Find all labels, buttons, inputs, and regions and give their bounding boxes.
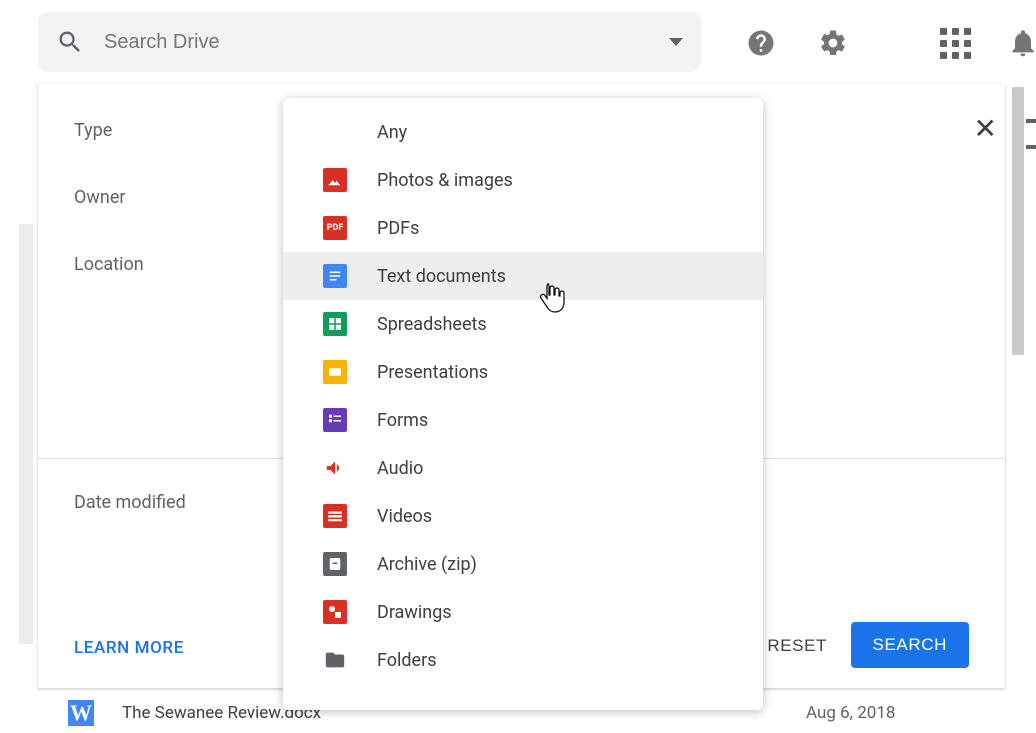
type-option-label: Spreadsheets [377, 314, 487, 335]
type-option-archive[interactable]: Archive (zip) [283, 540, 763, 588]
settings-button[interactable] [816, 26, 850, 60]
type-option-sheets[interactable]: Spreadsheets [283, 300, 763, 348]
slides-icon [323, 360, 347, 384]
search-input[interactable] [104, 31, 669, 54]
details-pane-toggle-edge[interactable] [1026, 119, 1036, 149]
type-option-label: Forms [377, 410, 428, 431]
type-option-label: Drawings [377, 602, 452, 623]
filter-label-owner: Owner [74, 187, 214, 208]
help-button[interactable] [744, 26, 778, 60]
archive-icon [323, 552, 347, 576]
notifications-button[interactable] [1006, 26, 1036, 60]
audio-icon [323, 456, 347, 480]
videos-icon [323, 504, 347, 528]
type-option-none[interactable]: Any [283, 108, 763, 156]
type-option-docs[interactable]: Text documents [283, 252, 763, 300]
scrollbar-thumb[interactable] [1012, 87, 1024, 355]
type-option-label: Any [377, 122, 407, 143]
google-apps-button[interactable] [938, 26, 972, 60]
apps-grid-icon [940, 28, 971, 59]
forms-icon [323, 408, 347, 432]
type-option-label: Photos & images [377, 170, 513, 191]
docs-icon [323, 264, 347, 288]
word-doc-icon: W [68, 700, 94, 726]
type-option-label: Presentations [377, 362, 488, 383]
learn-more-link[interactable]: LEARN MORE [74, 638, 184, 658]
filter-label-location: Location [74, 254, 214, 275]
type-dropdown-menu: Any Photos & images PDF PDFs Text documents S… [283, 98, 763, 710]
drawings-icon [323, 600, 347, 624]
file-date: Aug 6, 2018 [806, 703, 1006, 723]
type-option-forms[interactable]: Forms [283, 396, 763, 444]
type-option-audio[interactable]: Audio [283, 444, 763, 492]
type-option-label: Archive (zip) [377, 554, 477, 575]
background-list-strip [19, 224, 33, 644]
sheets-icon [323, 312, 347, 336]
pdf-icon: PDF [323, 216, 347, 240]
type-option-label: PDFs [377, 218, 419, 239]
photos-icon [323, 168, 347, 192]
type-option-folders[interactable]: Folders [283, 636, 763, 684]
filter-label-type: Type [74, 120, 214, 141]
close-icon[interactable]: ✕ [974, 112, 997, 145]
reset-button[interactable]: RESET [759, 624, 835, 668]
type-option-label: Text documents [377, 266, 506, 287]
type-option-slides[interactable]: Presentations [283, 348, 763, 396]
type-option-label: Videos [377, 506, 432, 527]
search-options-dropdown-icon[interactable] [669, 38, 683, 46]
search-button[interactable]: SEARCH [851, 622, 969, 668]
type-option-videos[interactable]: Videos [283, 492, 763, 540]
search-icon [56, 28, 84, 56]
folders-icon [323, 648, 347, 672]
type-option-drawings[interactable]: Drawings [283, 588, 763, 636]
type-option-label: Folders [377, 650, 437, 671]
type-option-pdf[interactable]: PDF PDFs [283, 204, 763, 252]
type-option-label: Audio [377, 458, 423, 479]
type-option-photos[interactable]: Photos & images [283, 156, 763, 204]
search-bar [38, 12, 701, 72]
